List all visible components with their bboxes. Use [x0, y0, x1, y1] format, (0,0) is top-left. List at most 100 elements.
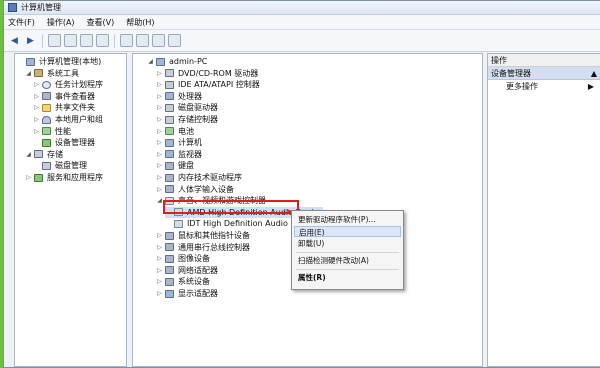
tree-item[interactable]: ◢ 存储 — [25, 149, 63, 160]
expander-icon[interactable]: ◢ — [25, 149, 32, 160]
up-level-icon[interactable] — [48, 34, 61, 47]
tree-item[interactable]: ▷ 本地用户和组 — [33, 114, 103, 125]
tree-item[interactable]: ▷ 处理器 — [156, 91, 202, 102]
menu-action[interactable]: 操作(A) — [47, 17, 75, 28]
expander-icon[interactable]: ▷ — [156, 137, 163, 148]
tree-item[interactable]: ▷ DVD/CD-ROM 驱动器 — [156, 68, 258, 79]
expander-icon[interactable]: ▷ — [156, 68, 163, 79]
tree-item[interactable]: ▷ IDE ATA/ATAPI 控制器 — [156, 79, 260, 90]
tree-item-label: 存储 — [47, 149, 63, 159]
network-icon — [165, 266, 174, 275]
disk-drive-icon — [165, 103, 174, 112]
toolbar-separator — [114, 33, 115, 48]
tree-item[interactable]: ▷ 存储控制器 — [156, 114, 218, 125]
tree-item[interactable]: ◢ 系统工具 — [25, 68, 79, 79]
expander-icon[interactable]: ▷ — [156, 79, 163, 90]
menu-bar: 文件(F) 操作(A) 查看(V) 帮助(H) — [4, 15, 600, 30]
computer-icon — [156, 57, 165, 66]
tree-item-label: 存储控制器 — [178, 115, 218, 124]
expander-icon[interactable]: ▷ — [33, 114, 40, 125]
tree-item[interactable]: ▷ 任务计划程序 — [33, 79, 103, 90]
tree-item[interactable]: ▷ 网络适配器 — [156, 265, 218, 276]
more-actions[interactable]: 更多操作 ▶ — [488, 80, 600, 93]
computer-management-icon — [8, 3, 17, 12]
expander-icon[interactable]: ▷ — [156, 102, 163, 113]
context-menu-item[interactable]: 属性(R) — [298, 272, 326, 283]
back-icon[interactable]: ◀ — [8, 34, 21, 47]
update-driver-icon[interactable] — [152, 34, 165, 47]
tree-item-label: admin-PC — [169, 57, 208, 66]
clock-icon — [42, 80, 51, 89]
scan-hardware-icon[interactable] — [136, 34, 149, 47]
expander-icon[interactable]: ▷ — [156, 276, 163, 287]
expander-icon[interactable]: ▷ — [25, 172, 32, 183]
expander-icon[interactable]: ◢ — [156, 195, 163, 206]
toolbar-separator — [42, 33, 43, 48]
forward-icon[interactable]: ▶ — [24, 34, 37, 47]
camera-icon — [165, 254, 174, 263]
expander-icon[interactable]: ▷ — [33, 79, 40, 90]
monitor-icon — [165, 150, 174, 159]
tree-item[interactable]: ▷ 系统设备 — [156, 276, 210, 287]
tree-item[interactable]: ▷ 事件查看器 — [33, 91, 95, 102]
tree-item[interactable]: 磁盘管理 — [33, 160, 87, 171]
expander-icon[interactable]: ▷ — [156, 149, 163, 160]
uninstall-icon[interactable] — [168, 34, 181, 47]
tree-item[interactable]: ▷ 通用串行总线控制器 — [156, 242, 250, 253]
expander-icon[interactable]: ▷ — [156, 253, 163, 264]
tree-item[interactable]: 计算机管理(本地) — [17, 56, 101, 67]
tree-item[interactable]: ▷ 性能 — [33, 126, 71, 137]
tree-item[interactable]: ▷ 人体学输入设备 — [156, 184, 234, 195]
tree-item-label: 磁盘驱动器 — [178, 103, 218, 113]
expander-icon[interactable]: ▷ — [156, 160, 163, 171]
properties-icon[interactable] — [80, 34, 93, 47]
expander-icon[interactable]: ◢ — [147, 56, 154, 67]
tree-item[interactable]: ▷ 监视器 — [156, 149, 202, 160]
tree-item-label: 显示适配器 — [178, 289, 218, 298]
help-icon[interactable] — [96, 34, 109, 47]
tree-item[interactable]: ▷ 键盘 — [156, 160, 194, 171]
context-menu-item[interactable]: 卸载(U) — [298, 238, 324, 249]
expander-icon[interactable]: ▷ — [33, 126, 40, 137]
refresh-icon[interactable] — [120, 34, 133, 47]
context-menu-item[interactable]: 扫描检测硬件改动(A) — [298, 255, 369, 266]
actions-section[interactable]: 设备管理器 ▲ — [488, 67, 600, 80]
tree-item[interactable]: ◢ admin-PC — [147, 56, 207, 67]
tree-item[interactable]: ▷ 服务和应用程序 — [25, 172, 103, 183]
tree-item[interactable]: ▷ 鼠标和其他指针设备 — [156, 230, 250, 241]
expander-icon[interactable]: ▷ — [33, 91, 40, 102]
toolbar: ◀ ▶ — [4, 30, 600, 52]
processor-icon — [165, 92, 174, 101]
tree-item[interactable]: ▷ 内存技术驱动程序 — [156, 172, 242, 183]
tree-item[interactable]: ▷ 电池 — [156, 126, 194, 137]
display-adapter-icon — [165, 289, 174, 298]
dvd-icon — [165, 69, 174, 78]
expander-icon[interactable]: ▷ — [156, 126, 163, 137]
menu-file[interactable]: 文件(F) — [8, 17, 35, 28]
folder-icon — [42, 103, 51, 112]
collapse-icon[interactable]: ▲ — [591, 67, 597, 79]
tree-item[interactable]: 设备管理器 — [33, 137, 95, 148]
users-icon — [42, 115, 51, 124]
expander-icon[interactable]: ▷ — [156, 288, 163, 299]
menu-help[interactable]: 帮助(H) — [126, 17, 154, 28]
show-hide-tree-icon[interactable] — [64, 34, 77, 47]
expander-icon[interactable]: ▷ — [156, 242, 163, 253]
expander-icon[interactable]: ▷ — [156, 184, 163, 195]
tree-item[interactable]: ▷ 图像设备 — [156, 253, 210, 264]
context-menu-item[interactable]: 启用(E) — [294, 226, 401, 237]
expander-icon[interactable]: ▷ — [156, 91, 163, 102]
tree-item[interactable]: ▷ 共享文件夹 — [33, 102, 95, 113]
expander-icon[interactable]: ▷ — [33, 102, 40, 113]
tree-item[interactable]: ▷ 显示适配器 — [156, 288, 218, 299]
tree-item[interactable]: ▷ 计算机 — [156, 137, 202, 148]
expander-icon[interactable]: ◢ — [25, 68, 32, 79]
tree-item[interactable]: ▷ 磁盘驱动器 — [156, 102, 218, 113]
context-menu-item[interactable]: 更新驱动程序软件(P)... — [298, 214, 376, 225]
tree-item-label: 计算机 — [178, 138, 202, 148]
expander-icon[interactable]: ▷ — [156, 172, 163, 183]
expander-icon[interactable]: ▷ — [156, 230, 163, 241]
expander-icon[interactable]: ▷ — [156, 114, 163, 125]
menu-view[interactable]: 查看(V) — [87, 17, 115, 28]
expander-icon[interactable]: ▷ — [156, 265, 163, 276]
